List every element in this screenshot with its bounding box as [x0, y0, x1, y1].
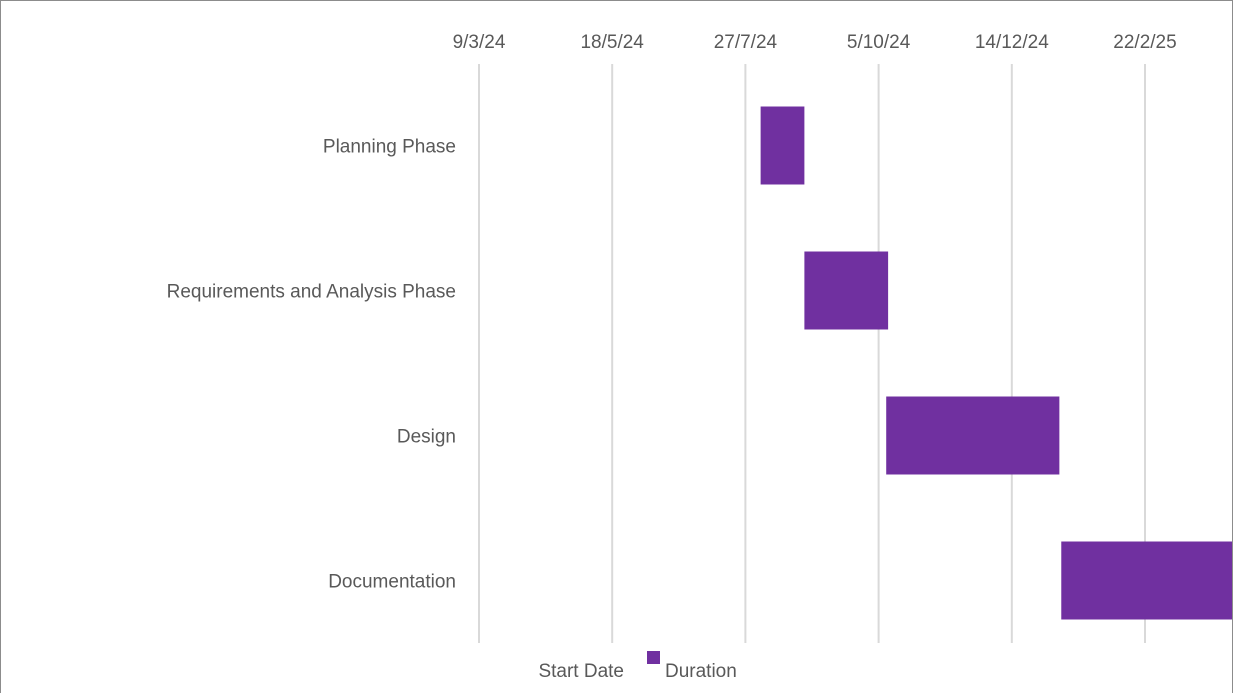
duration-bar: [760, 106, 805, 185]
x-tick-label: 9/3/24: [453, 32, 506, 53]
category-label: Requirements and Analysis Phase: [167, 282, 456, 303]
legend-swatch-duration: [647, 651, 660, 664]
gantt-chart: 9/3/24 18/5/24 27/7/24 5/10/24 14/12/24 22/2/…: [167, 32, 1232, 682]
duration-bar: [804, 251, 889, 330]
chart-area: 9/3/24 18/5/24 27/7/24 5/10/24 14/12/24 22/2/…: [0, 0, 1233, 693]
duration-bar: [886, 396, 1060, 475]
legend-label-duration: Duration: [665, 661, 737, 682]
category-label: Design: [397, 427, 456, 448]
duration-bar: [1061, 541, 1232, 620]
x-tick-label: 18/5/24: [580, 32, 644, 53]
category-label: Documentation: [328, 572, 456, 593]
x-tick-label: 22/2/25: [1113, 32, 1176, 53]
gridlines: [478, 64, 1146, 643]
legend: Start Date Duration: [538, 651, 737, 682]
x-axis-ticks: 9/3/24 18/5/24 27/7/24 5/10/24 14/12/24 22/2/…: [453, 32, 1177, 53]
category-label: Planning Phase: [323, 137, 456, 158]
x-tick-label: 5/10/24: [847, 32, 911, 53]
category-labels: Planning Phase Requirements and Analysis …: [167, 137, 456, 593]
legend-label-start-date: Start Date: [538, 661, 624, 682]
x-tick-label: 27/7/24: [714, 32, 778, 53]
duration-bars: [760, 106, 1232, 620]
x-tick-label: 14/12/24: [975, 32, 1049, 53]
